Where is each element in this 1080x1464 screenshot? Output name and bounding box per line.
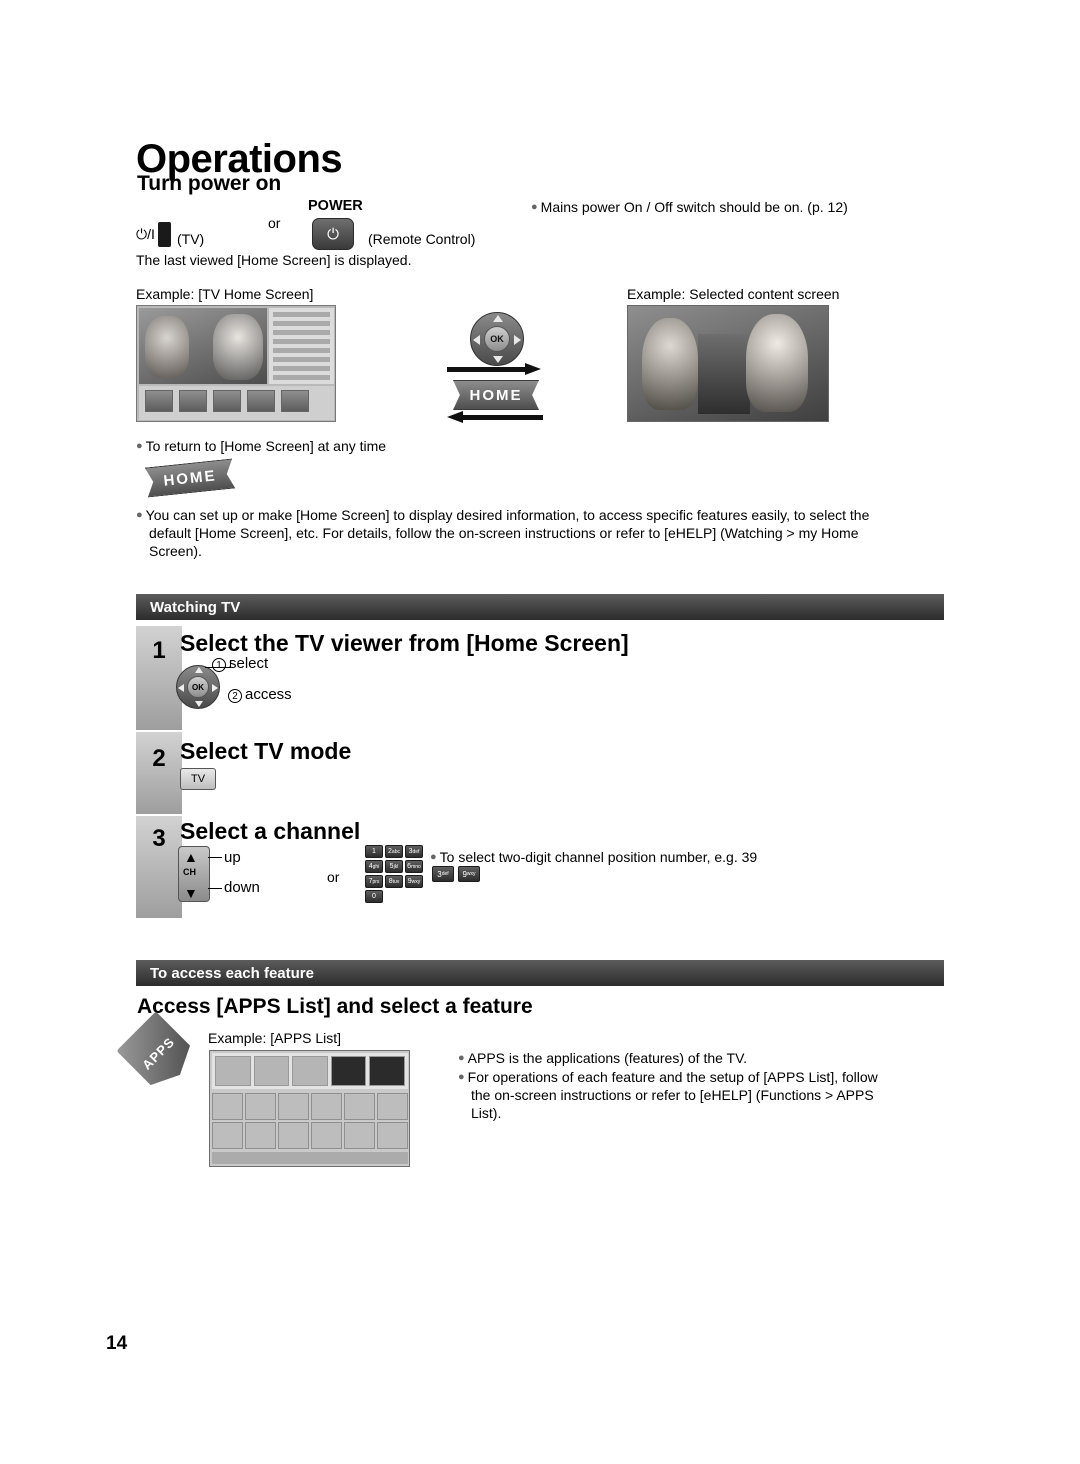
power-label: POWER: [308, 198, 363, 214]
flow-arrow-right-icon: [447, 363, 543, 375]
key-2: 2 abc: [385, 845, 403, 858]
key-9: 9 wxy: [405, 875, 423, 888]
remote-control-label: (Remote Control): [368, 231, 476, 247]
bullet-icon: ●: [430, 851, 437, 863]
bullet-icon: ●: [458, 1071, 465, 1083]
section-heading-access-apps: Access [APPS List] and select a feature: [137, 995, 533, 1018]
step-number-3: 3: [152, 825, 166, 852]
nav-down-arrow-icon: [195, 701, 203, 707]
ok-button-icon: OK: [484, 326, 510, 352]
channel-up-label: up: [224, 849, 241, 866]
thumbnail-background: [698, 334, 750, 414]
thumbnail-person-right: [213, 314, 263, 380]
apps-icon-grid: [212, 1093, 408, 1149]
thumbnail-info-pane: [269, 308, 334, 384]
selected-content-screen-thumbnail: [627, 305, 829, 422]
power-symbol-icon: ⏻/I: [136, 226, 155, 242]
nav-down-arrow-icon: [493, 356, 503, 363]
step-heading-3: Select a channel: [180, 818, 361, 844]
nav-left-arrow-icon: [178, 684, 184, 692]
home-button-icon-small: HOME: [145, 458, 236, 497]
step1-caption-access: 2 access: [228, 686, 292, 703]
two-digit-note: ● To select two-digit channel position nu…: [430, 849, 758, 865]
thumbnail-app-row: [139, 386, 334, 420]
step-number-1: 1: [152, 637, 166, 664]
key-3: 3 def: [405, 845, 423, 858]
nav-up-arrow-icon: [493, 315, 503, 322]
bullet-icon: ●: [136, 509, 143, 521]
example-selected-content-label: Example: Selected content screen: [627, 286, 840, 302]
bullet-icon: ●: [458, 1052, 465, 1064]
callout-line-up: [208, 857, 222, 858]
channel-label: CH: [183, 867, 196, 877]
channel-rocker-icon: ▲ CH ▼: [178, 846, 210, 902]
numeric-keypad-icon: 1 2 abc 3 def 4 ghi 5 jkl 6 mno 7 prs 8 tuv 9 wxy 0: [365, 845, 425, 905]
channel-up-arrow-icon: ▲: [184, 849, 198, 865]
example-key-3: 3 def: [432, 866, 454, 882]
page-number: 14: [106, 1333, 128, 1354]
nav-right-arrow-icon: [514, 335, 521, 345]
circle-number-2: 2: [228, 689, 242, 703]
section-heading-turn-power-on: Turn power on: [137, 172, 282, 195]
flow-arrow-left-icon: [447, 411, 543, 423]
apps-badge-label: APPS: [138, 1033, 178, 1073]
key-6: 6 mno: [405, 860, 423, 873]
example-tv-home-label: Example: [TV Home Screen]: [136, 286, 314, 302]
nav-right-arrow-icon: [212, 684, 218, 692]
step-heading-2: Select TV mode: [180, 738, 352, 764]
bullet-icon: ●: [531, 201, 538, 213]
thumbnail-person-left: [145, 316, 189, 378]
apps-note-1: ● APPS is the applications (features) of …: [458, 1050, 748, 1066]
step-number-2: 2: [152, 745, 166, 772]
apps-featured-row: [212, 1053, 408, 1089]
tv-mode-button-icon: TV: [180, 768, 216, 790]
example-apps-list-label: Example: [APPS List]: [208, 1030, 342, 1046]
step-heading-1: Select the TV viewer from [Home Screen]: [180, 630, 629, 656]
apps-bottom-bar: [212, 1152, 408, 1164]
home-screen-description: ● You can set up or make [Home Screen] to…: [136, 507, 870, 559]
ok-button-icon: OK: [187, 676, 209, 698]
tv-power-button-icon: [158, 222, 171, 247]
tv-label: (TV): [177, 231, 205, 247]
channel-down-label: down: [224, 879, 260, 896]
key-1: 1: [365, 845, 383, 858]
key-8: 8 tuv: [385, 875, 403, 888]
nav-up-arrow-icon: [195, 667, 203, 673]
apps-badge-icon: APPS: [130, 1022, 186, 1084]
bullet-icon: ●: [136, 440, 143, 452]
key-7: 7 prs: [365, 875, 383, 888]
channel-down-arrow-icon: ▼: [184, 885, 198, 901]
thumbnail-video-pane: [139, 308, 267, 384]
thumbnail-person-right-2: [746, 314, 808, 412]
mains-power-note: ● Mains power On / Off switch should be o…: [531, 199, 848, 215]
thumbnail-person-left-2: [642, 318, 698, 410]
manual-page: Operations Turn power on POWER or ⏻/I (T…: [0, 0, 1080, 1464]
or-label-power: or: [268, 215, 281, 231]
key-0: 0: [365, 890, 383, 903]
navigation-pad-icon: OK: [470, 312, 524, 366]
nav-left-arrow-icon: [473, 335, 480, 345]
example-key-9: 9 wxy: [458, 866, 480, 882]
circle-number-1: 1: [212, 658, 226, 672]
last-viewed-note: The last viewed [Home Screen] is display…: [136, 252, 412, 268]
key-5: 5 jkl: [385, 860, 403, 873]
home-button-icon-large: HOME: [453, 380, 539, 410]
or-label-channel: or: [327, 869, 340, 885]
section-bar-watching-tv: Watching TV: [136, 594, 944, 620]
tv-home-screen-thumbnail: [136, 305, 336, 422]
apps-list-screenshot: [209, 1050, 410, 1167]
remote-power-button-icon: ⏻: [312, 218, 354, 250]
return-home-note: ● To return to [Home Screen] at any time: [136, 438, 387, 454]
key-4: 4 ghi: [365, 860, 383, 873]
step1-caption-select: 1 select: [212, 655, 268, 672]
callout-line-down: [208, 888, 222, 889]
example-key-sequence: 3 def 9 wxy: [432, 866, 480, 882]
apps-note-2: ● For operations of each feature and the …: [458, 1069, 878, 1121]
section-bar-access-feature: To access each feature: [136, 960, 944, 986]
